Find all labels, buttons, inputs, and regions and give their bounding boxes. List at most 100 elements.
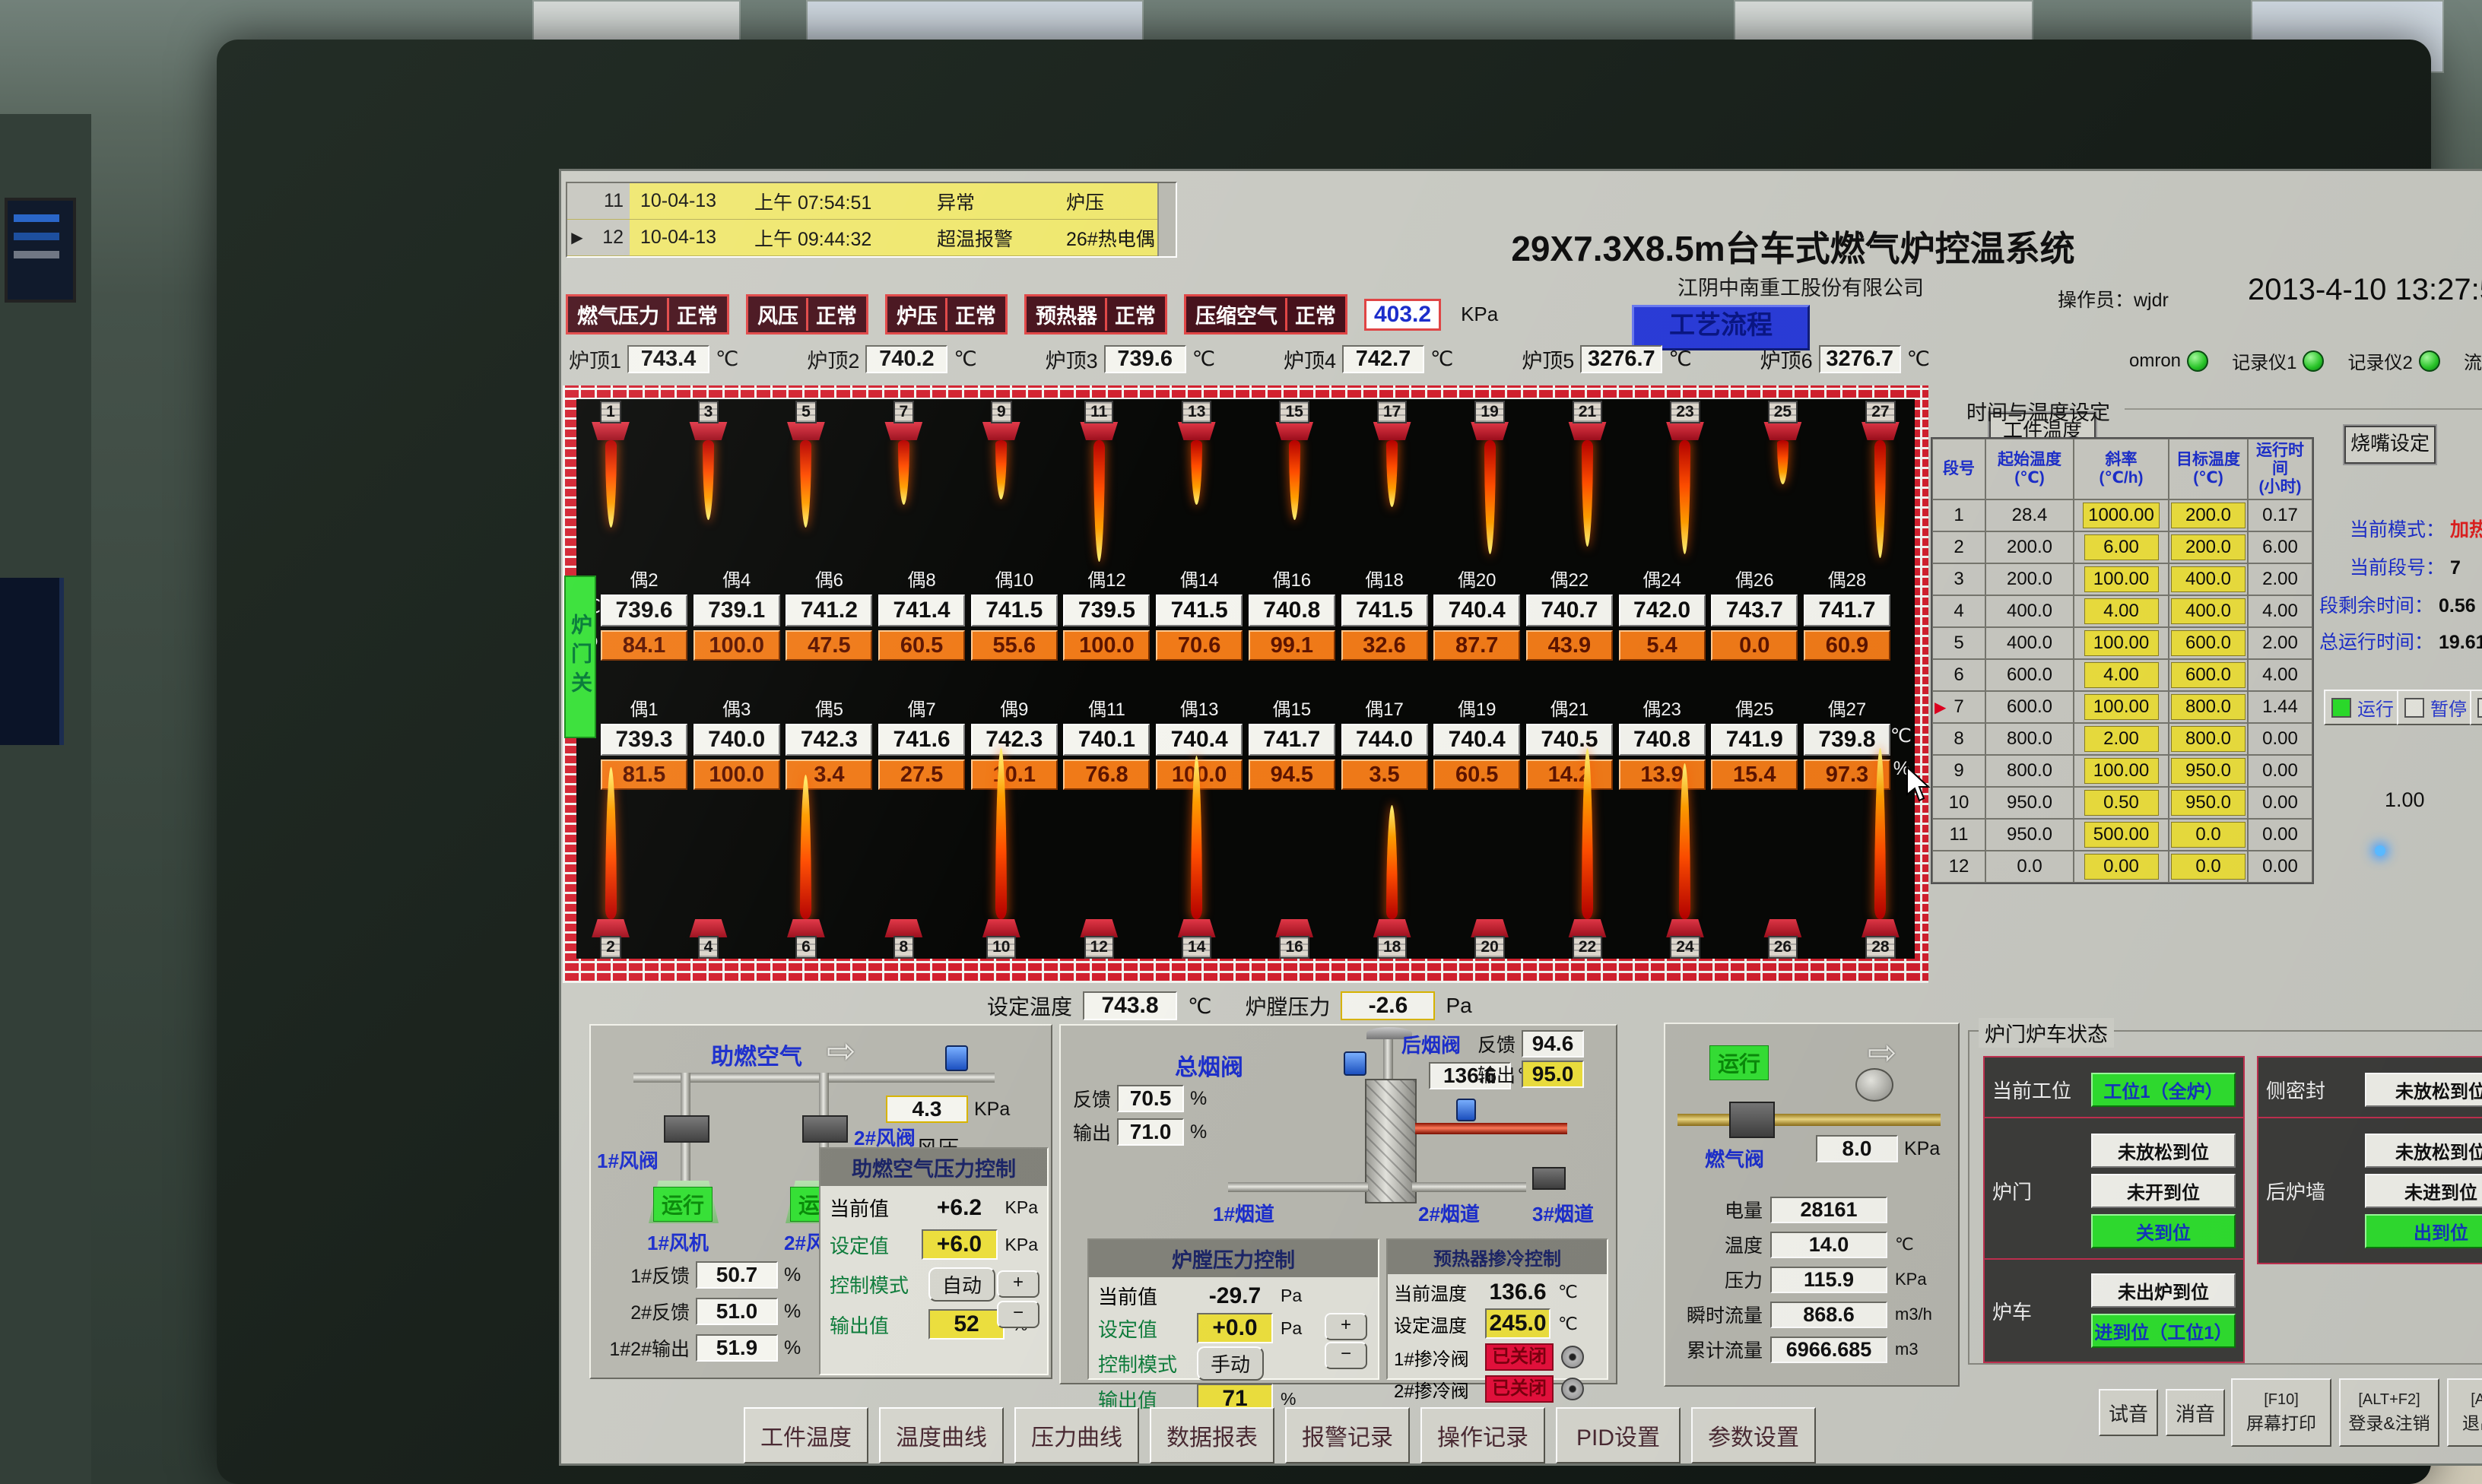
pause-button[interactable]: 暂停 bbox=[2397, 690, 2474, 725]
plus-button[interactable]: + bbox=[1325, 1313, 1367, 1340]
schedule-target-cell[interactable]: 950.0 bbox=[2169, 755, 2248, 787]
valve1-state[interactable]: 已关闭 bbox=[1485, 1343, 1554, 1371]
target-value[interactable]: 0.0 bbox=[2171, 822, 2246, 848]
target-value[interactable]: 950.0 bbox=[2171, 758, 2246, 784]
status-badge-label: 炉压 bbox=[889, 298, 945, 331]
schedule-rate-cell[interactable]: 1000.00 bbox=[2074, 499, 2169, 531]
minus-button[interactable]: − bbox=[1325, 1342, 1367, 1369]
plus-button[interactable]: + bbox=[997, 1270, 1039, 1298]
rate-value[interactable]: 100.00 bbox=[2084, 758, 2159, 784]
target-value[interactable]: 950.0 bbox=[2171, 790, 2246, 816]
schedule-target-cell[interactable]: 800.0 bbox=[2169, 723, 2248, 755]
schedule-rate-cell[interactable]: 2.00 bbox=[2074, 723, 2169, 755]
mode-button[interactable]: 手动 bbox=[1197, 1346, 1264, 1381]
rate-value[interactable]: 0.00 bbox=[2084, 854, 2159, 880]
rate-value[interactable]: 100.00 bbox=[2084, 694, 2159, 720]
process-flow-button[interactable]: 工艺流程 bbox=[1632, 305, 1810, 350]
schedule-rate-cell[interactable]: 100.00 bbox=[2074, 627, 2169, 659]
sound-button[interactable]: 消音 bbox=[2166, 1389, 2225, 1436]
nav-button[interactable]: 工件温度 bbox=[744, 1407, 868, 1463]
stop-button[interactable]: 停止 bbox=[2470, 690, 2482, 725]
nav-button[interactable]: 报警记录 bbox=[1285, 1407, 1410, 1463]
sound-button[interactable]: 试音 bbox=[2099, 1389, 2158, 1436]
schedule-target-cell[interactable]: 400.0 bbox=[2169, 595, 2248, 627]
rate-value[interactable]: 4.00 bbox=[2084, 662, 2159, 688]
nav-button[interactable]: PID设置 bbox=[1556, 1407, 1681, 1463]
schedule-target-cell[interactable]: 950.0 bbox=[2169, 787, 2248, 819]
alarm-row[interactable]: ▶ 12 10-04-13 上午 09:44:32 超温报警 26#热电偶 bbox=[567, 220, 1157, 256]
power-led-icon[interactable] bbox=[2375, 845, 2385, 856]
set-value[interactable]: +0.0 bbox=[1197, 1313, 1273, 1343]
operator-label: 操作员：wjdr bbox=[2058, 285, 2169, 312]
rate-value[interactable]: 1000.00 bbox=[2083, 503, 2160, 528]
schedule-target-cell[interactable]: 0.0 bbox=[2169, 819, 2248, 851]
alarm-list[interactable]: 11 10-04-13 上午 07:54:51 异常 炉压 ▶ 12 10-04… bbox=[566, 182, 1177, 258]
system-button[interactable]: [Alt+F4] 退出系统 bbox=[2447, 1378, 2482, 1447]
minus-button[interactable]: − bbox=[997, 1301, 1039, 1328]
target-value[interactable]: 400.0 bbox=[2171, 566, 2246, 592]
out-value[interactable]: 52 bbox=[928, 1309, 1005, 1340]
schedule-start-cell: 400.0 bbox=[1985, 627, 2074, 659]
nav-button[interactable]: 参数设置 bbox=[1691, 1407, 1816, 1463]
schedule-target-cell[interactable]: 600.0 bbox=[2169, 627, 2248, 659]
nav-button[interactable]: 数据报表 bbox=[1150, 1407, 1274, 1463]
schedule-target-cell[interactable]: 400.0 bbox=[2169, 563, 2248, 595]
target-value[interactable]: 600.0 bbox=[2171, 662, 2246, 688]
schedule-target-cell[interactable]: 0.0 bbox=[2169, 851, 2248, 883]
system-button[interactable]: [F10] 屏幕打印 bbox=[2231, 1378, 2331, 1447]
rate-value[interactable]: 0.50 bbox=[2084, 790, 2159, 816]
rate-value[interactable]: 6.00 bbox=[2084, 534, 2159, 560]
door-state: 未放松到位 bbox=[2091, 1134, 2236, 1168]
unit-label: KPa bbox=[974, 1099, 1010, 1121]
target-value[interactable]: 800.0 bbox=[2171, 694, 2246, 720]
target-value[interactable]: 200.0 bbox=[2171, 534, 2246, 560]
schedule-rate-cell[interactable]: 100.00 bbox=[2074, 755, 2169, 787]
schedule-rate-cell[interactable]: 100.00 bbox=[2074, 691, 2169, 723]
target-value[interactable]: 600.0 bbox=[2171, 630, 2246, 656]
schedule-target-cell[interactable]: 600.0 bbox=[2169, 659, 2248, 691]
schedule-rate-cell[interactable]: 6.00 bbox=[2074, 531, 2169, 563]
schedule-rate-cell[interactable]: 500.00 bbox=[2074, 819, 2169, 851]
target-value[interactable]: 200.0 bbox=[2171, 503, 2246, 528]
schedule-start-cell: 600.0 bbox=[1985, 691, 2074, 723]
schedule-rate-cell[interactable]: 4.00 bbox=[2074, 595, 2169, 627]
current-segment-marker: ▶ bbox=[1934, 698, 1946, 717]
schedule-rate-cell[interactable]: 100.00 bbox=[2074, 563, 2169, 595]
segment-number: 10 bbox=[1949, 792, 1969, 813]
rate-value[interactable]: 500.00 bbox=[2084, 822, 2159, 848]
rate-value[interactable]: 100.00 bbox=[2084, 566, 2159, 592]
air-valve-icon[interactable] bbox=[802, 1115, 848, 1143]
current-mode-label: 当前模式： bbox=[2350, 519, 2445, 541]
nav-button[interactable]: 压力曲线 bbox=[1014, 1407, 1139, 1463]
flame-icon bbox=[1191, 756, 1202, 919]
mode-button[interactable]: 自动 bbox=[928, 1267, 995, 1302]
nav-button[interactable]: 操作记录 bbox=[1420, 1407, 1545, 1463]
valve2-state[interactable]: 已关闭 bbox=[1485, 1375, 1554, 1403]
burner-setup-button[interactable]: 烧嘴设定 bbox=[2344, 426, 2436, 464]
rear-out-value[interactable]: 95.0 bbox=[1522, 1061, 1584, 1088]
schedule-target-cell[interactable]: 200.0 bbox=[2169, 499, 2248, 531]
schedule-target-cell[interactable]: 800.0 bbox=[2169, 691, 2248, 723]
rate-value[interactable]: 4.00 bbox=[2084, 598, 2159, 624]
rate-value[interactable]: 2.00 bbox=[2084, 726, 2159, 752]
rear-valve-icon[interactable] bbox=[1532, 1167, 1566, 1190]
target-value[interactable]: 800.0 bbox=[2171, 726, 2246, 752]
rate-value[interactable]: 100.00 bbox=[2084, 630, 2159, 656]
set-value[interactable]: +6.0 bbox=[922, 1229, 998, 1260]
current-seg-value: 7 bbox=[2450, 557, 2461, 579]
set-value[interactable]: 245.0 bbox=[1485, 1308, 1550, 1339]
alarm-scrollbar[interactable] bbox=[1157, 183, 1176, 256]
air-valve-icon[interactable] bbox=[664, 1115, 709, 1143]
schedule-rate-cell[interactable]: 4.00 bbox=[2074, 659, 2169, 691]
schedule-rate-cell[interactable]: 0.50 bbox=[2074, 787, 2169, 819]
target-value[interactable]: 0.0 bbox=[2171, 854, 2246, 880]
nav-button[interactable]: 温度曲线 bbox=[879, 1407, 1004, 1463]
gas-valve-icon[interactable] bbox=[1729, 1102, 1775, 1138]
schedule-target-cell[interactable]: 200.0 bbox=[2169, 531, 2248, 563]
run-button[interactable]: 运行 bbox=[2324, 690, 2401, 725]
target-value[interactable]: 400.0 bbox=[2171, 598, 2246, 624]
alarm-row[interactable]: 11 10-04-13 上午 07:54:51 异常 炉压 bbox=[567, 183, 1157, 220]
schedule-rate-cell[interactable]: 0.00 bbox=[2074, 851, 2169, 883]
system-button[interactable]: [ALT+F2] 登录&注销 bbox=[2339, 1378, 2439, 1447]
main-flue-valve-label: 总烟阀 bbox=[1175, 1048, 1243, 1082]
